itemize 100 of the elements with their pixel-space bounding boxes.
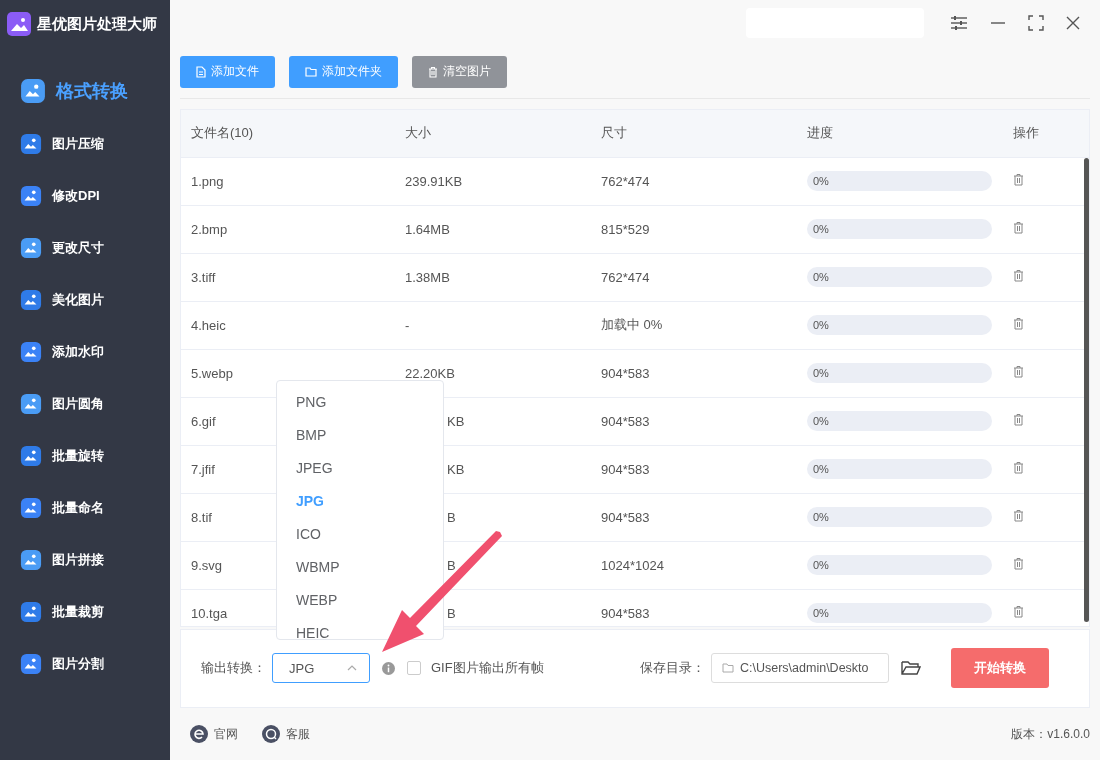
delete-icon[interactable] (1013, 221, 1024, 235)
progress-bar: 0% (807, 219, 992, 240)
folder-icon (305, 66, 317, 77)
table-cell: - (405, 317, 410, 333)
sidebar-item[interactable]: 图片圆角 (0, 378, 170, 430)
progress-bar: 0% (807, 459, 992, 480)
dropdown-option[interactable]: PNG (277, 386, 443, 419)
table-cell: 1.png (191, 173, 224, 189)
table-cell: 904*583 (601, 413, 650, 429)
table-cell: 1.38MB (405, 269, 450, 285)
sidebar-item[interactable]: 修改DPI (0, 170, 170, 222)
table-cell: KB (447, 413, 465, 429)
scrollbar[interactable] (1084, 157, 1089, 622)
table-cell: 239.91KB (405, 173, 463, 189)
dropdown-option[interactable]: HEIC (277, 617, 443, 639)
table-cell: 8.tif (191, 509, 212, 525)
chat-icon (262, 725, 280, 744)
progress-bar: 0% (807, 315, 992, 336)
delete-icon[interactable] (1013, 317, 1024, 331)
document-icon (196, 65, 206, 78)
progress-bar: 0% (807, 603, 992, 624)
delete-icon[interactable] (1013, 173, 1024, 187)
footer-link[interactable]: 客服 (262, 725, 310, 744)
sidebar-item[interactable]: 批量裁剪 (0, 586, 170, 638)
table-cell: 10.tga (191, 605, 228, 621)
delete-icon[interactable] (1013, 605, 1024, 619)
image-icon (20, 341, 42, 363)
image-icon (20, 549, 42, 571)
delete-icon[interactable] (1013, 509, 1024, 523)
dropdown-option[interactable]: WEBP (277, 584, 443, 617)
table-cell: B (447, 557, 456, 573)
sidebar-item[interactable]: 图片拼接 (0, 534, 170, 586)
image-icon (20, 289, 42, 311)
dropdown-option[interactable]: ICO (277, 518, 443, 551)
image-icon (20, 497, 42, 519)
app-title: 星优图片处理大师 (37, 14, 157, 34)
table-cell: 904*583 (601, 605, 650, 621)
footer-link[interactable]: 官网 (190, 725, 238, 744)
maximize-icon[interactable] (1028, 14, 1044, 31)
table-cell: 22.20KB (405, 365, 455, 381)
dropdown-option[interactable]: JPEG (277, 452, 443, 485)
table-cell: 815*529 (601, 221, 650, 237)
column-header: 操作 (1012, 124, 1040, 143)
table-cell: 762*474 (601, 269, 650, 285)
info-icon[interactable] (382, 661, 395, 675)
table-cell: 1.64MB (405, 221, 450, 237)
image-icon (20, 185, 42, 207)
column-header: 文件名(10) (190, 124, 255, 143)
table-cell: 加载中 0% (601, 317, 663, 333)
checkbox[interactable] (407, 661, 421, 676)
sidebar-item[interactable]: 美化图片 (0, 274, 170, 326)
save-path-field[interactable]: C:\Users\admin\Deskto (711, 653, 889, 684)
sidebar-item[interactable]: 批量命名 (0, 482, 170, 534)
table-cell: B (447, 509, 456, 525)
delete-icon[interactable] (1013, 557, 1024, 571)
folder-icon (722, 663, 734, 674)
table-cell: 762*474 (601, 173, 650, 189)
table-cell: 3.tiff (191, 269, 216, 285)
delete-icon[interactable] (1013, 413, 1024, 427)
dropdown-option[interactable]: BMP (277, 419, 443, 452)
delete-icon[interactable] (1013, 269, 1024, 283)
sidebar-item[interactable]: 批量旋转 (0, 430, 170, 482)
progress-bar: 0% (807, 507, 992, 528)
progress-bar: 0% (807, 363, 992, 384)
table-cell: 1024*1024 (601, 557, 664, 573)
image-icon (20, 133, 42, 155)
version-text: 版本：v1.6.0.0 (1011, 725, 1090, 743)
table-cell: KB (447, 461, 465, 477)
folder-icon[interactable] (901, 660, 921, 677)
column-header: 大小 (404, 124, 432, 143)
close-icon[interactable] (1066, 15, 1080, 30)
sidebar-item[interactable]: 添加水印 (0, 326, 170, 378)
table-cell: 6.gif (191, 413, 216, 429)
table-cell: 904*583 (601, 461, 650, 477)
delete-icon[interactable] (1013, 365, 1024, 379)
sidebar-item[interactable]: 格式转换 (0, 64, 170, 118)
image-icon (20, 445, 42, 467)
image-icon (20, 601, 42, 623)
column-header: 尺寸 (600, 124, 628, 143)
table-cell: 2.bmp (191, 221, 228, 237)
settings-icon[interactable] (950, 14, 968, 31)
image-icon (20, 393, 42, 415)
logo-icon (7, 12, 31, 36)
caret-icon (347, 665, 357, 672)
progress-bar: 0% (807, 171, 992, 192)
dropdown-option[interactable]: WBMP (277, 551, 443, 584)
browser-icon (190, 725, 208, 744)
progress-bar: 0% (807, 267, 992, 288)
table-cell: 4.heic (191, 317, 226, 333)
table-cell: B (447, 605, 456, 621)
sidebar-item[interactable]: 更改尺寸 (0, 222, 170, 274)
delete-icon[interactable] (1013, 461, 1024, 475)
sidebar-item[interactable]: 图片压缩 (0, 118, 170, 170)
image-icon (20, 78, 46, 104)
progress-bar: 0% (807, 555, 992, 576)
table-cell: 9.svg (191, 557, 223, 573)
table-cell: 904*583 (601, 509, 650, 525)
format-select[interactable]: JPG (272, 653, 370, 684)
output-label: 输出转换： (201, 659, 266, 678)
sidebar-item[interactable]: 图片分割 (0, 638, 170, 690)
